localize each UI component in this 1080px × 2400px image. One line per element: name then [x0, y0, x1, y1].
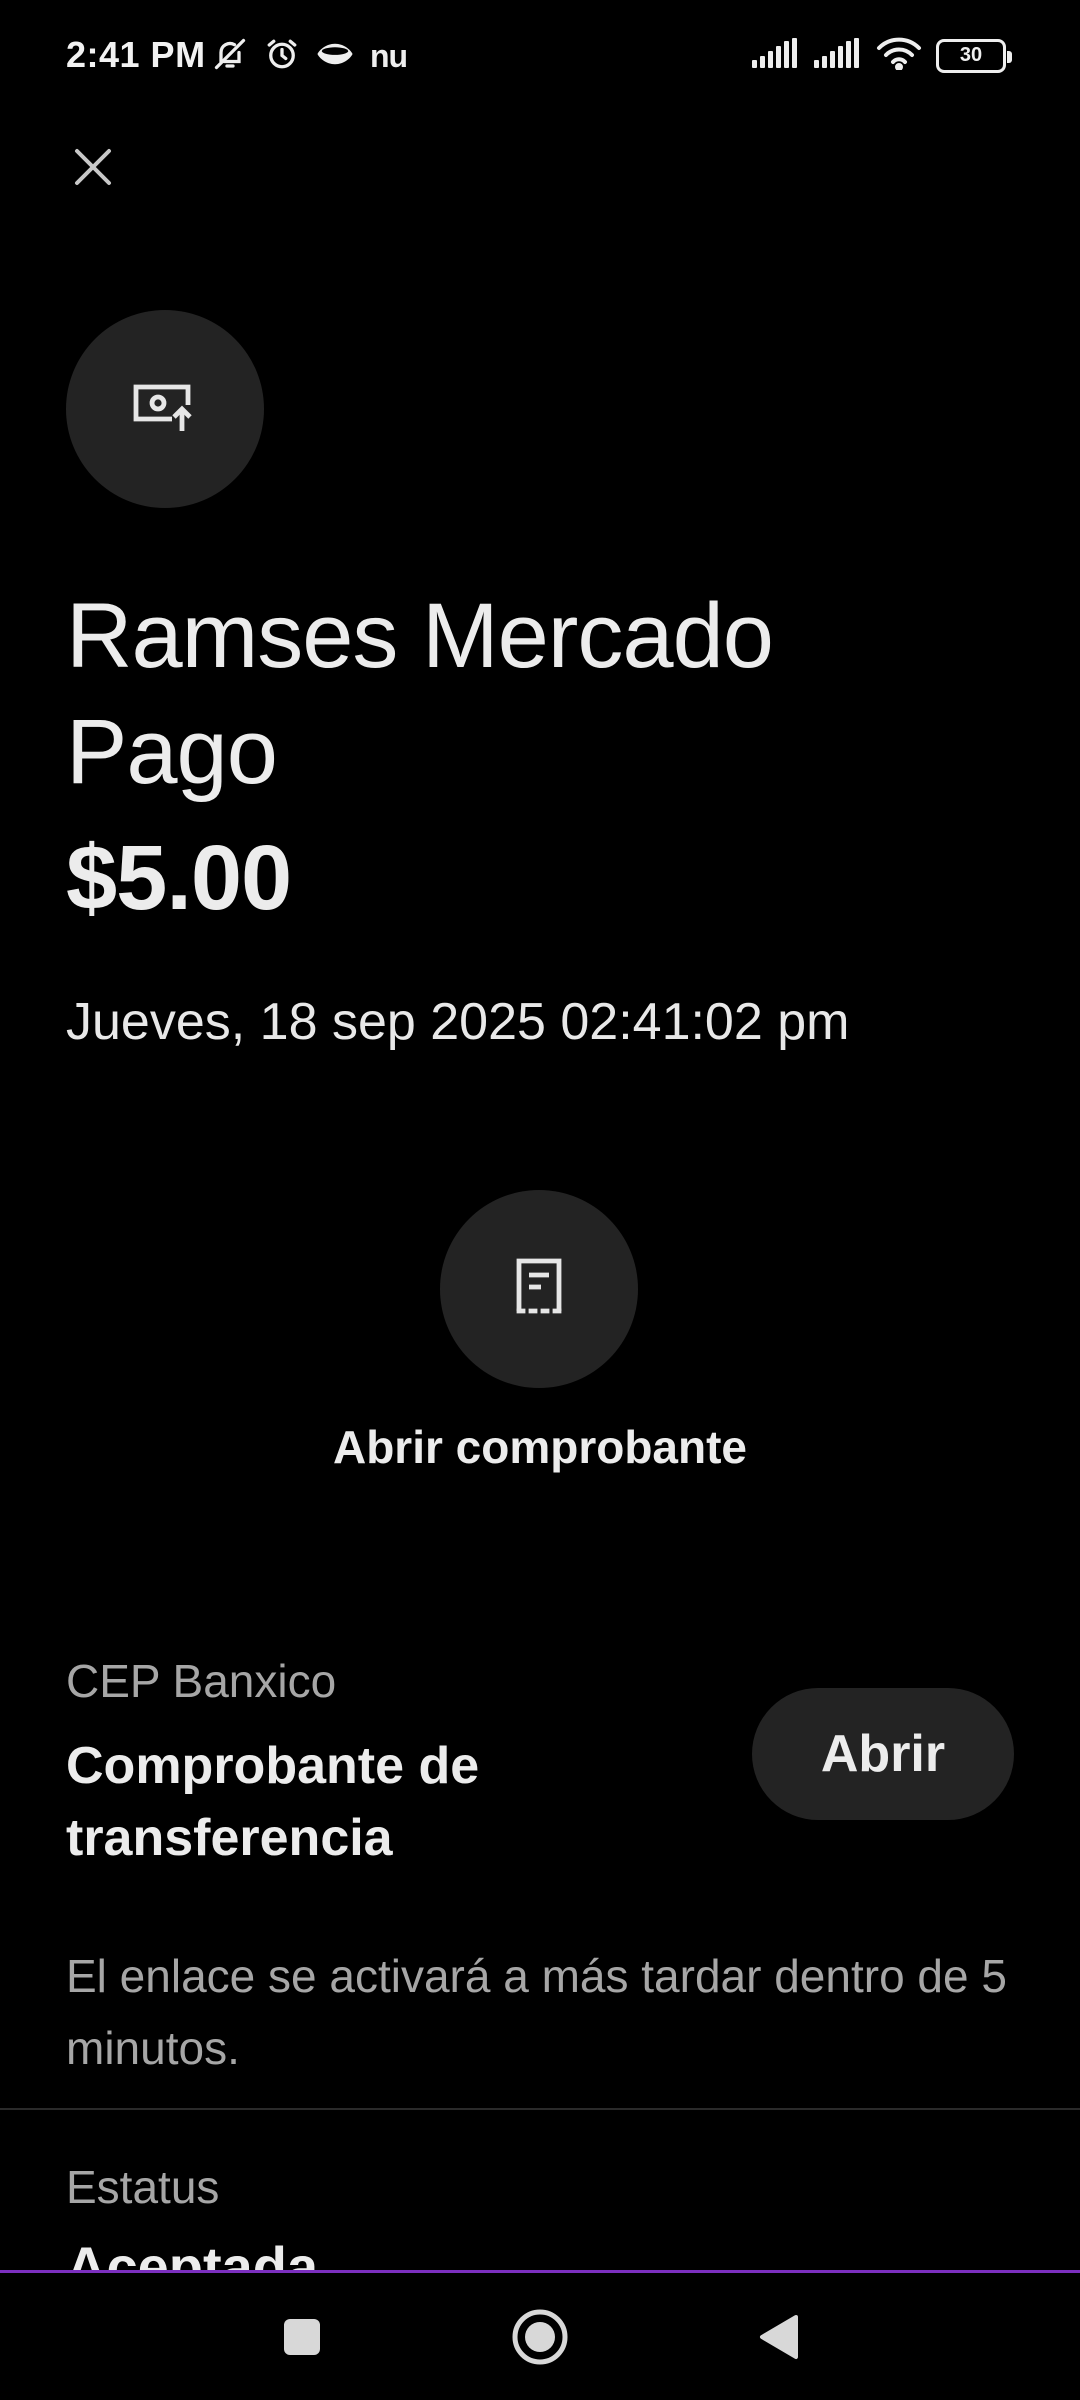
close-icon: [69, 143, 117, 196]
signal-icon: [752, 38, 800, 73]
status-left-icons: nu: [212, 36, 408, 77]
eye-icon: [316, 39, 354, 74]
back-button[interactable]: [748, 2309, 808, 2369]
status-value: Aceptada: [66, 2235, 319, 2270]
open-receipt-button[interactable]: [440, 1190, 638, 1388]
triangle-back-icon: [756, 2313, 800, 2366]
signal-icon-2: [814, 38, 862, 73]
transfer-datetime: Jueves, 18 sep 2025 02:41:02 pm: [66, 993, 850, 1051]
nu-app-icon: nu: [370, 38, 408, 74]
status-time: 2:41 PM: [66, 34, 206, 75]
alarm-icon: [264, 36, 300, 77]
recents-button[interactable]: [272, 2309, 332, 2369]
cep-notice: El enlace se activará a más tardar dentr…: [66, 1950, 1007, 2074]
transfer-amount: $5.00: [66, 827, 292, 929]
transfer-type-avatar: [66, 310, 264, 508]
status-right-icons: 30: [752, 36, 1012, 75]
circle-home-icon: [511, 2308, 569, 2371]
divider: [0, 2108, 1080, 2110]
system-nav-bar: [0, 2270, 1080, 2400]
recipient-name: Ramses Mercado Pago: [66, 585, 774, 803]
home-button[interactable]: [510, 2309, 570, 2369]
cep-caption: CEP Banxico: [66, 1655, 337, 1707]
square-icon: [282, 2317, 322, 2362]
battery-icon: 30: [936, 38, 1012, 73]
open-cep-button[interactable]: Abrir: [752, 1688, 1014, 1820]
receipt-icon: [513, 1257, 565, 1322]
open-receipt-label[interactable]: Abrir comprobante: [0, 1420, 1080, 1474]
wifi-icon: [876, 36, 922, 75]
bell-off-icon: [212, 36, 248, 77]
status-value-container: Aceptada: [66, 2232, 866, 2270]
close-button[interactable]: [60, 136, 126, 202]
cep-title: Comprobante de transferencia: [66, 1737, 480, 1867]
status-bar: 2:41 PM nu 30: [0, 0, 1080, 120]
money-transfer-out-icon: [132, 381, 198, 438]
status-caption: Estatus: [66, 2161, 220, 2213]
